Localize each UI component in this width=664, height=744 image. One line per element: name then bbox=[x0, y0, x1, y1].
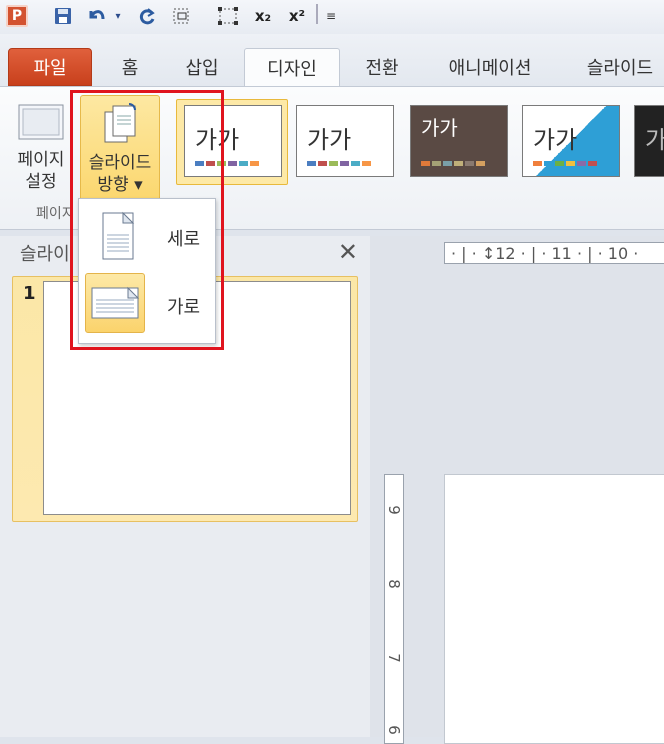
slide-editing-area: · | · ↕12 · | · 11 · | · 10 · 9 8 7 6 bbox=[370, 236, 664, 744]
slide-orientation-icon bbox=[99, 102, 141, 146]
tab-design[interactable]: 디자인 bbox=[244, 48, 340, 87]
orientation-landscape-option[interactable]: 가로 bbox=[83, 271, 211, 335]
theme-color-swatches bbox=[307, 161, 371, 166]
powerpoint-app-icon[interactable]: P bbox=[6, 5, 28, 27]
page-setup-button[interactable]: 페이지 설정 bbox=[10, 97, 72, 193]
theme-color-swatches bbox=[421, 161, 485, 166]
select-region-icon[interactable] bbox=[214, 4, 244, 28]
subscript-button[interactable]: x₂ bbox=[250, 4, 276, 28]
page-setup-label-2: 설정 bbox=[25, 172, 57, 192]
theme-label: 가 bbox=[645, 120, 664, 155]
tab-animations[interactable]: 애니메이션 bbox=[434, 48, 546, 86]
theme-label: 가가 bbox=[195, 126, 240, 154]
slide-number: 1 bbox=[23, 283, 36, 304]
landscape-page-icon bbox=[85, 273, 145, 333]
vertical-ruler[interactable]: 9 8 7 6 bbox=[384, 474, 404, 744]
superscript-button[interactable]: x² bbox=[284, 4, 310, 28]
ribbon-tabs: 파일 홈 삽입 디자인 전환 애니메이션 슬라이드 bbox=[0, 34, 664, 87]
redo-icon[interactable] bbox=[134, 4, 160, 28]
undo-dropdown-icon[interactable]: ▾ bbox=[112, 4, 124, 28]
tab-transitions[interactable]: 전환 bbox=[356, 48, 408, 86]
theme-thumbnail-1[interactable]: 가가 bbox=[184, 105, 282, 177]
slide-canvas[interactable] bbox=[444, 474, 664, 744]
orientation-portrait-option[interactable]: 세로 bbox=[83, 203, 211, 267]
group-objects-icon[interactable] bbox=[168, 4, 198, 28]
theme-label: 가가 bbox=[533, 126, 578, 154]
vertical-ruler-number: 9 bbox=[385, 505, 403, 515]
portrait-page-icon bbox=[89, 211, 139, 269]
slide-orientation-label-1: 슬라이드 bbox=[88, 153, 152, 173]
vertical-ruler-number: 6 bbox=[385, 725, 403, 735]
theme-label: 가가 bbox=[421, 116, 458, 140]
theme-gallery: 가가 가가 가가 가가 가 bbox=[174, 99, 664, 189]
slides-pane-tab[interactable]: 슬라이 bbox=[20, 240, 70, 266]
customize-toolbar-icon[interactable]: ≡ bbox=[322, 4, 340, 28]
save-icon[interactable] bbox=[50, 4, 76, 28]
theme-thumbnail-2[interactable]: 가가 bbox=[296, 105, 394, 177]
slide-orientation-label-2: 방향 ▾ bbox=[97, 175, 143, 195]
toolbar-separator bbox=[316, 4, 318, 24]
landscape-label: 가로 bbox=[167, 297, 201, 318]
tab-insert[interactable]: 삽입 bbox=[176, 48, 228, 86]
theme-color-swatches bbox=[533, 161, 597, 166]
slide-orientation-button[interactable]: 슬라이드 방향 ▾ bbox=[80, 95, 160, 207]
page-setup-label-1: 페이지 bbox=[17, 150, 65, 170]
quick-access-toolbar: P ▾ x₂ x² ≡ bbox=[0, 0, 664, 34]
theme-thumbnail-4[interactable]: 가가 bbox=[522, 105, 620, 177]
undo-icon[interactable] bbox=[84, 4, 110, 28]
theme-label: 가가 bbox=[307, 126, 352, 154]
page-setup-group-label: 페이지 bbox=[36, 206, 75, 222]
theme-color-swatches bbox=[195, 161, 259, 166]
tab-home[interactable]: 홈 bbox=[108, 48, 152, 86]
vertical-ruler-number: 7 bbox=[385, 653, 403, 663]
horizontal-ruler-marks: · | · ↕12 · | · 11 · | · 10 · bbox=[451, 244, 639, 263]
orientation-dropdown-menu: 세로 가로 bbox=[78, 198, 216, 344]
theme-thumbnail-5[interactable]: 가 bbox=[634, 105, 664, 177]
tab-file[interactable]: 파일 bbox=[8, 48, 92, 86]
portrait-label: 세로 bbox=[167, 229, 201, 250]
vertical-ruler-number: 8 bbox=[385, 579, 403, 589]
horizontal-ruler[interactable]: · | · ↕12 · | · 11 · | · 10 · bbox=[444, 242, 664, 264]
close-icon[interactable]: ✕ bbox=[338, 238, 358, 266]
page-setup-icon bbox=[17, 103, 65, 143]
theme-thumbnail-3[interactable]: 가가 bbox=[410, 105, 508, 177]
tab-slideshow[interactable]: 슬라이드 bbox=[572, 48, 664, 86]
